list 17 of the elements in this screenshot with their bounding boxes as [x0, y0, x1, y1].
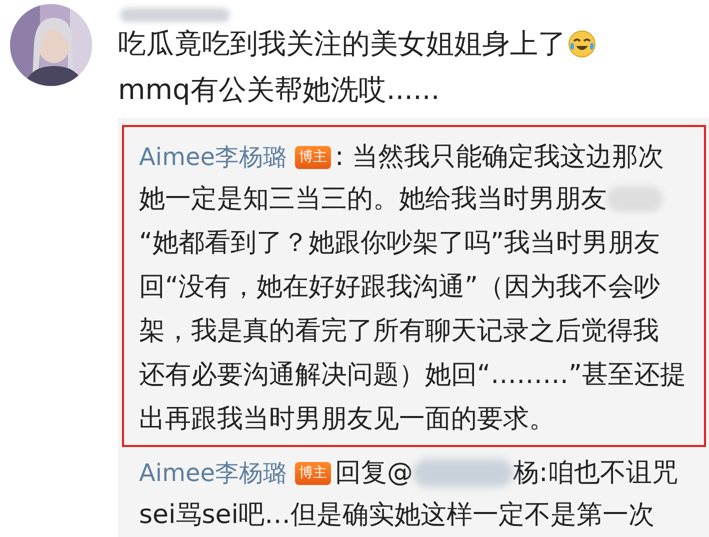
reply-text: 她一定是知三当三的。她给我当时男朋友: [139, 182, 607, 216]
reply-text: 还有必要沟通解决问题）她回“………”甚至还提: [139, 358, 686, 392]
author-badge: 博主: [295, 462, 331, 484]
reply-text: : 当然我只能确定我这边那次: [335, 140, 664, 174]
reply-text: 出再跟我当时男朋友见一面的要求。: [139, 402, 555, 436]
comment-text: 吃瓜竟吃到我关注的美女姐姐身上了: [118, 26, 566, 62]
reply-text: 杨:咱也不诅咒: [513, 456, 678, 490]
reply-text: 回“没有，她在好好跟我沟通”（因为我不会吵: [139, 270, 660, 304]
reply-text: “她都看到了？她跟你吵架了吗”我当时男朋友: [139, 226, 660, 260]
laughing-emoji-icon: [568, 30, 596, 58]
author-name[interactable]: Aimee李杨璐: [139, 139, 287, 175]
reply-text: 回复@: [335, 456, 413, 490]
reply-text: 架，我是真的看完了所有聊天记录之后觉得我: [139, 314, 659, 348]
comment-text: mmq有公关帮她洗哎......: [118, 72, 440, 108]
author-badge: 博主: [295, 146, 331, 168]
reply-text: sei骂sei吧…但是确实她这样一定不是第一次: [139, 498, 655, 532]
author-name[interactable]: Aimee李杨璐: [139, 455, 287, 491]
